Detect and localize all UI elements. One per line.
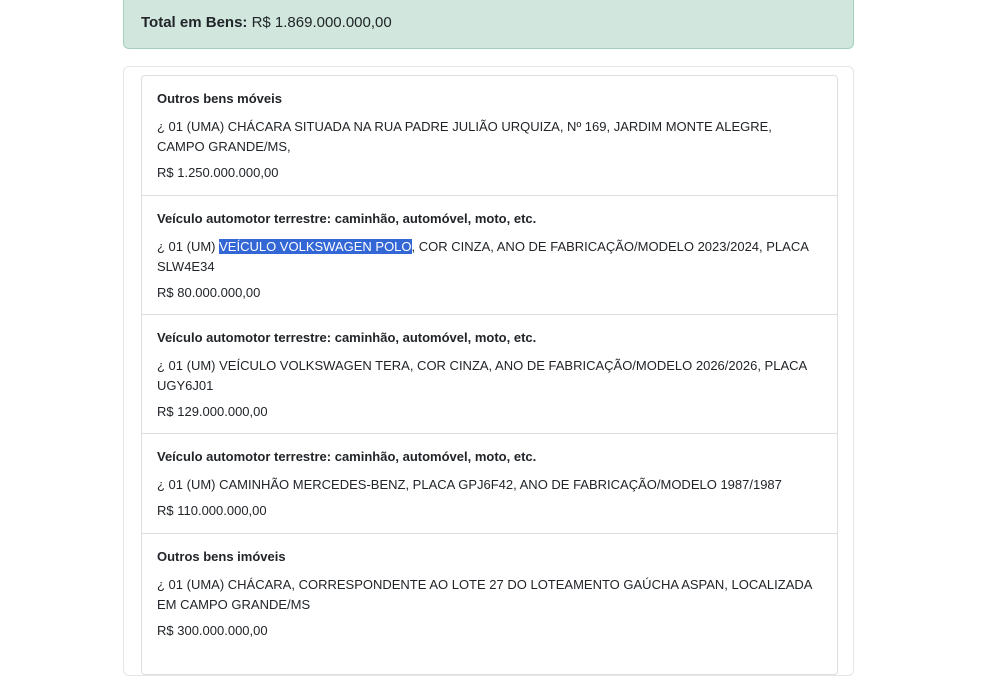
asset-description: ¿ 01 (UM) VEÍCULO VOLKSWAGEN TERA, COR C…: [157, 356, 817, 396]
asset-type: Outros bens imóveis: [157, 549, 286, 564]
asset-value: R$ 300.000.000,00: [157, 623, 268, 638]
asset-description-text: ¿ 01 (UMA) CHÁCARA, CORRESPONDENTE AO LO…: [157, 577, 812, 612]
asset-item: Veículo automotor terrestre: caminhão, a…: [142, 315, 837, 434]
asset-description-text: ¿ 01 (UM): [157, 239, 220, 254]
asset-description: ¿ 01 (UM) VEÍCULO VOLKSWAGEN POLO, COR C…: [157, 237, 817, 277]
total-assets-alert: Total em Bens: R$ 1.869.000.000,00: [123, 0, 854, 49]
asset-type: Veículo automotor terrestre: caminhão, a…: [157, 211, 537, 226]
asset-description-text: ¿ 01 (UMA) CHÁCARA SITUADA NA RUA PADRE …: [157, 119, 772, 154]
asset-type: Outros bens móveis: [157, 91, 282, 106]
assets-list: Outros bens móveis ¿ 01 (UMA) CHÁCARA SI…: [141, 75, 838, 675]
total-assets-label: Total em Bens:: [141, 14, 248, 31]
asset-description-text: ¿ 01 (UM) CAMINHÃO MERCEDES-BENZ, PLACA …: [157, 477, 782, 492]
selected-text-highlight[interactable]: VEÍCULO VOLKSWAGEN POLO: [219, 239, 412, 254]
asset-description-text: ¿ 01 (UM) VEÍCULO VOLKSWAGEN TERA, COR C…: [157, 358, 807, 393]
asset-item: Veículo automotor terrestre: caminhão, a…: [142, 196, 837, 315]
total-assets-value: R$ 1.869.000.000,00: [251, 14, 392, 31]
asset-value: R$ 110.000.000,00: [157, 503, 267, 518]
total-assets-text: Total em Bens: R$ 1.869.000.000,00: [141, 14, 392, 32]
asset-item: Veículo automotor terrestre: caminhão, a…: [142, 434, 837, 534]
asset-item: Outros bens móveis ¿ 01 (UMA) CHÁCARA SI…: [142, 76, 837, 196]
asset-item: Outros bens imóveis ¿ 01 (UMA) CHÁCARA, …: [142, 534, 837, 676]
asset-value: R$ 129.000.000,00: [157, 404, 268, 419]
asset-type: Veículo automotor terrestre: caminhão, a…: [157, 330, 537, 345]
asset-description: ¿ 01 (UMA) CHÁCARA SITUADA NA RUA PADRE …: [157, 117, 817, 157]
asset-description: ¿ 01 (UM) CAMINHÃO MERCEDES-BENZ, PLACA …: [157, 475, 817, 495]
asset-type: Veículo automotor terrestre: caminhão, a…: [157, 449, 537, 464]
asset-value: R$ 1.250.000.000,00: [157, 165, 279, 180]
asset-description: ¿ 01 (UMA) CHÁCARA, CORRESPONDENTE AO LO…: [157, 575, 817, 615]
asset-value: R$ 80.000.000,00: [157, 285, 261, 300]
